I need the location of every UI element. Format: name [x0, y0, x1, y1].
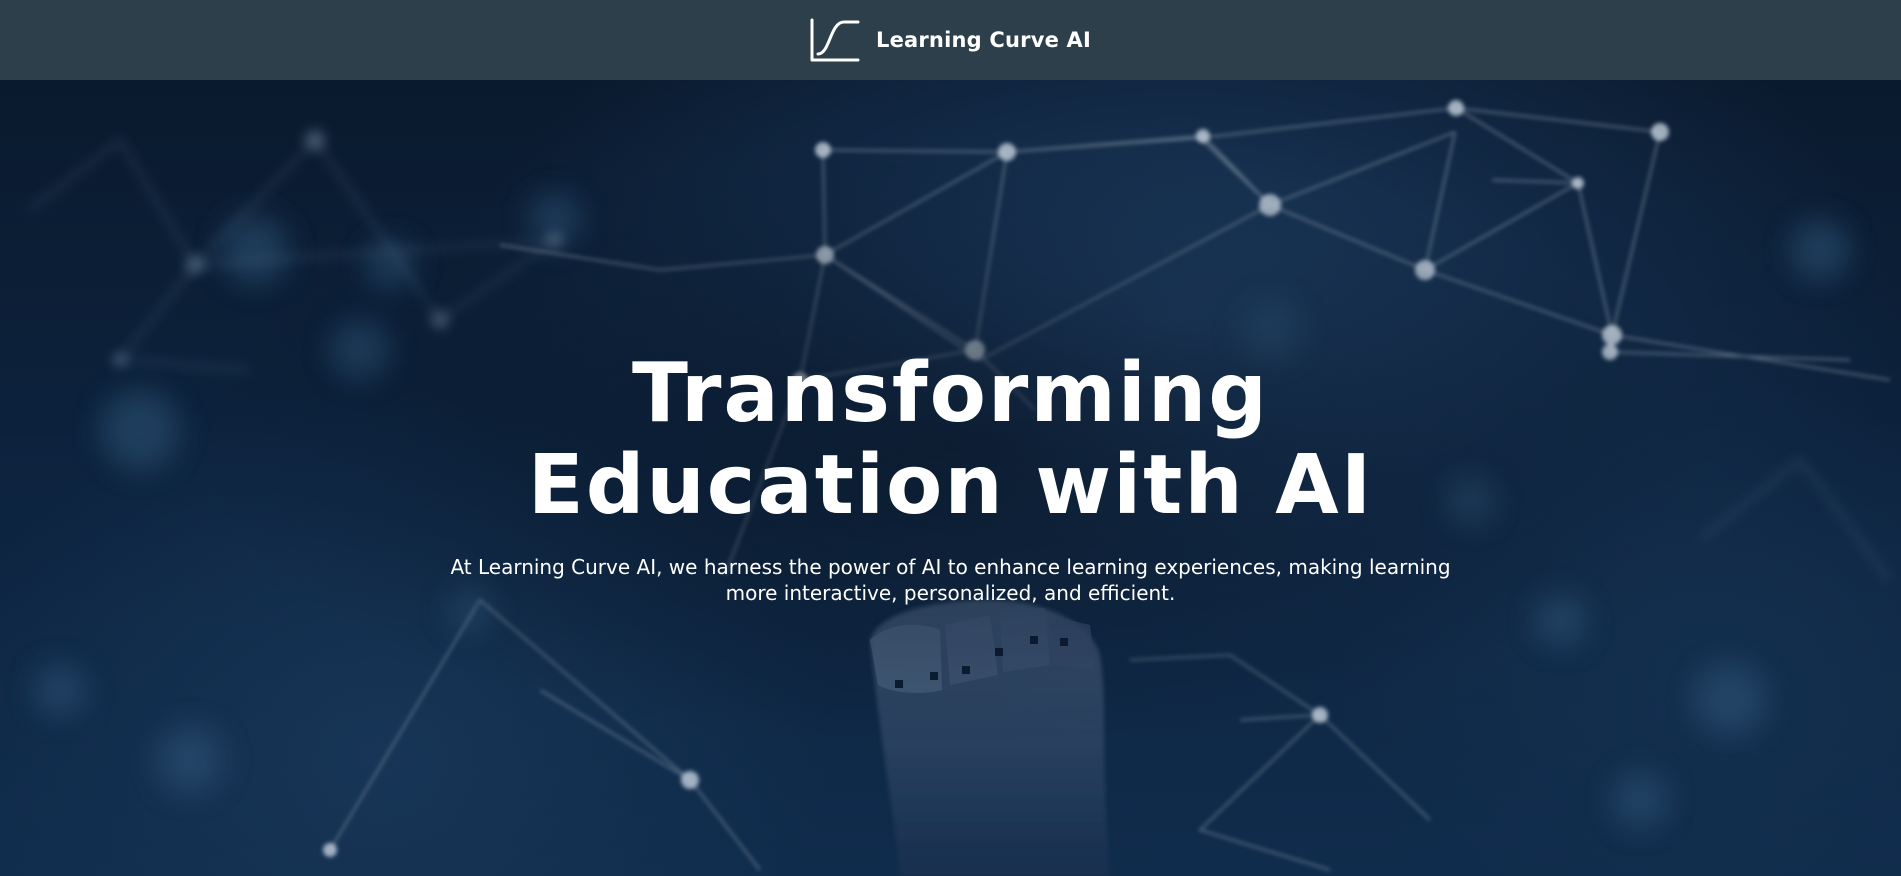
hero-title: Transforming Education with AI — [350, 348, 1551, 532]
hero-title-line-2: Education with AI — [527, 438, 1374, 533]
brand-name: Learning Curve AI — [875, 28, 1092, 52]
learning-curve-icon — [810, 18, 860, 62]
landing-page: Learning Curve AI Transforming Education… — [0, 0, 1901, 876]
hero-section: Transforming Education with AI At Learni… — [0, 80, 1901, 876]
hero-title-line-1: Transforming — [632, 346, 1269, 441]
brand-home-link[interactable]: Learning Curve AI — [810, 18, 1091, 62]
site-header: Learning Curve AI — [0, 0, 1901, 80]
hero-subtitle: At Learning Curve AI, we harness the pow… — [450, 555, 1451, 605]
hero-content: Transforming Education with AI At Learni… — [350, 348, 1551, 606]
